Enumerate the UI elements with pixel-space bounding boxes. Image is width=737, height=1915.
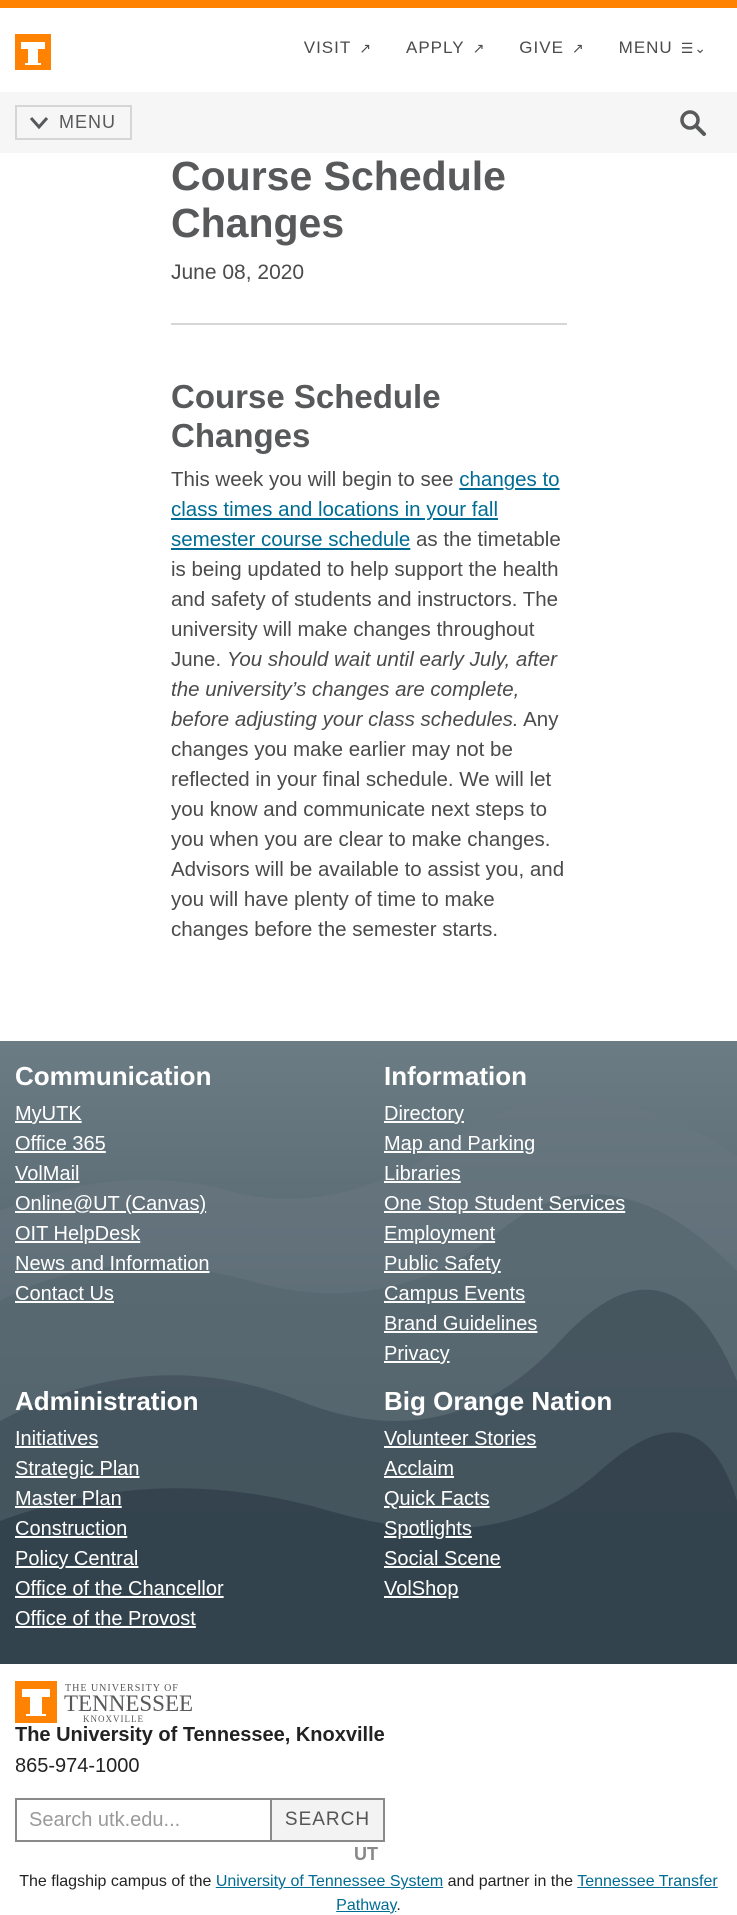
nav-menu-label: MENU [618,38,673,57]
article-heading: Course Schedule Changes [171,378,441,454]
footer-link[interactable]: Quick Facts [384,1484,612,1514]
footer-link[interactable]: Map and Parking [384,1129,625,1159]
external-arrow-icon: ↗ [359,39,372,56]
footer-link[interactable]: Policy Central [15,1544,224,1574]
footer-link[interactable]: Employment [384,1219,625,1249]
footer-link[interactable]: OIT HelpDesk [15,1219,211,1249]
footer-tagline: The flagship campus of the University of… [0,1870,737,1915]
footer-link[interactable]: VolShop [384,1574,612,1604]
wordmark-line-3: KNOXVILLE [83,1714,144,1724]
ut-wordmark-logo[interactable]: THE UNIVERSITY OF TENNESSEE KNOXVILLE [15,1680,215,1724]
nav-menu[interactable]: MENU ☰⌄ [619,38,707,58]
footer-link[interactable]: Office of the Chancellor [15,1574,224,1604]
external-arrow-icon: ↗ [571,39,585,56]
external-arrow-icon: ↗ [472,39,486,56]
power-t-icon [15,34,51,70]
footer-heading-administration: Administration [15,1386,199,1416]
footer-link[interactable]: Office 365 [15,1129,211,1159]
footer-link[interactable]: Strategic Plan [15,1454,224,1484]
chevron-down-icon [29,116,49,129]
ut-mark: UT [354,1844,378,1864]
tagline-mid: and partner in the [443,1873,578,1890]
section-menu-button[interactable]: MENU [15,105,132,140]
footer-link[interactable]: News and Information [15,1249,211,1279]
page-title: Course Schedule Changes [171,153,506,246]
footer-link[interactable]: Campus Events [384,1279,625,1309]
article-body: This week you will begin to see changes … [171,465,567,945]
footer-link[interactable]: Initiatives [15,1424,224,1454]
menu-lines-icon: ☰⌄ [680,39,707,56]
footer-link[interactable]: Social Scene [384,1544,612,1574]
site-search: SEARCH [15,1798,385,1842]
footer-administration: Administration Initiatives Strategic Pla… [15,1386,224,1634]
section-nav-bar: MENU [0,92,737,153]
wordmark-line-2: TENNESSEE [64,1691,193,1716]
footer-link[interactable]: Master Plan [15,1484,224,1514]
article: Course Schedule Changes June 08, 2020 Co… [171,153,567,945]
footer-link[interactable]: Contact Us [15,1279,211,1309]
nav-visit-label: VISIT [303,38,352,57]
footer-link[interactable]: Libraries [384,1159,625,1189]
footer-link[interactable]: Construction [15,1514,224,1544]
body-rest: Any changes you make earlier may not be … [171,708,565,941]
footer-link[interactable]: One Stop Student Services [384,1189,625,1219]
university-name: The University of Tennessee, Knoxville [15,1724,385,1746]
body-intro: This week you will begin to see [171,468,460,491]
footer-link[interactable]: Volunteer Stories [384,1424,612,1454]
nav-give[interactable]: GIVE ↗ [519,38,584,58]
search-button[interactable]: SEARCH [272,1798,385,1842]
section-menu-label: MENU [59,112,116,132]
university-phone[interactable]: 865-974-1000 [15,1755,140,1778]
search-input[interactable] [15,1798,272,1842]
nav-apply[interactable]: APPLY ↗ [406,38,485,58]
footer-big-orange-nation: Big Orange Nation Volunteer Stories Accl… [384,1386,612,1604]
footer-link[interactable]: Acclaim [384,1454,612,1484]
footer-communication: Communication MyUTK Office 365 VolMail O… [15,1061,211,1309]
footer-heading-information: Information [384,1061,527,1091]
footer-heading-big-orange-nation: Big Orange Nation [384,1386,613,1416]
tagline-post: . [396,1897,401,1914]
site-header: VISIT ↗ APPLY ↗ GIVE ↗ MENU ☰⌄ [0,8,737,92]
footer-link[interactable]: Directory [384,1099,625,1129]
site-footer: Communication MyUTK Office 365 VolMail O… [0,1041,737,1664]
tagline-pre: The flagship campus of the [19,1873,216,1890]
footer-information: Information Directory Map and Parking Li… [384,1061,625,1369]
nav-apply-label: APPLY [406,38,465,57]
footer-link[interactable]: VolMail [15,1159,211,1189]
nav-give-label: GIVE [519,38,564,57]
footer-link[interactable]: Online@UT (Canvas) [15,1189,211,1219]
top-nav: VISIT ↗ APPLY ↗ GIVE ↗ MENU ☰⌄ [270,38,707,58]
publish-date: June 08, 2020 [171,261,305,284]
footer-link[interactable]: Spotlights [384,1514,612,1544]
footer-link[interactable]: Public Safety [384,1249,625,1279]
footer-link[interactable]: Brand Guidelines [384,1309,625,1339]
ut-logo[interactable] [15,34,51,70]
footer-heading-communication: Communication [15,1061,212,1091]
brand-strip [0,0,737,8]
divider [171,323,567,325]
nav-visit[interactable]: VISIT ↗ [304,38,372,58]
search-icon[interactable] [679,109,707,137]
footer-link[interactable]: MyUTK [15,1099,211,1129]
footer-link[interactable]: Privacy [384,1339,625,1369]
contact-section: THE UNIVERSITY OF TENNESSEE KNOXVILLE Th… [0,1664,737,1915]
footer-link[interactable]: Office of the Provost [15,1604,224,1634]
ut-system-link[interactable]: University of Tennessee System [216,1873,443,1890]
body-italic: You should wait until early July, after … [171,648,557,731]
